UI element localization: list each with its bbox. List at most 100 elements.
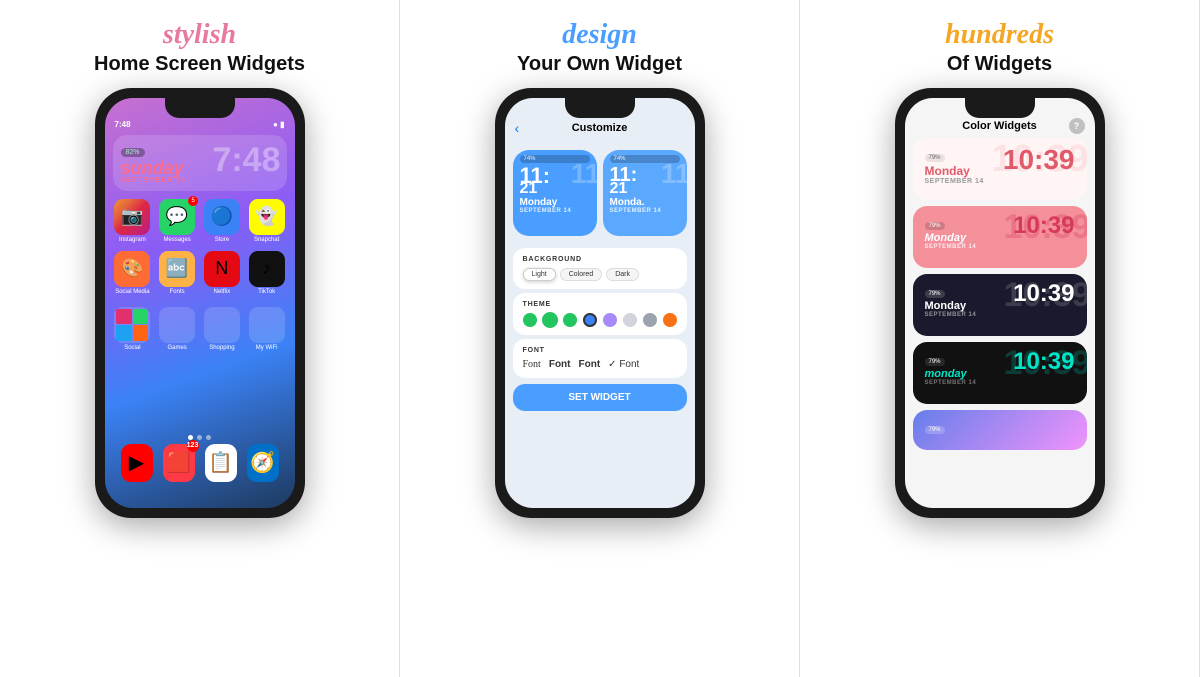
widget-card-light: 79% Monday SEPTEMBER 14 10:39 10:39 bbox=[913, 138, 1087, 200]
folder-icon bbox=[204, 307, 240, 343]
set-widget-button[interactable]: SET WIDGET bbox=[513, 384, 687, 411]
wp-date: SEPTEMBER 14 bbox=[520, 208, 590, 214]
app-label: My WiFi bbox=[247, 345, 287, 351]
wp-date: SEPTEMBER 14 bbox=[610, 208, 680, 214]
background-section: BACKGROUND Light Colored Dark bbox=[513, 248, 687, 289]
phone1: 7:48 ● ▮ 82% 7:48 sunday SEPTEMBER 13 📷 … bbox=[95, 88, 305, 518]
theme-dot-green2[interactable] bbox=[543, 313, 557, 327]
app-grid-row3: Social Games bbox=[105, 303, 295, 355]
dock-youtube: ▶ bbox=[121, 444, 153, 482]
cw-date: SEPTEMBER 14 bbox=[925, 178, 984, 185]
folder-icon bbox=[249, 307, 285, 343]
phone3-notch bbox=[965, 98, 1035, 118]
maps-icon: 🔵 bbox=[204, 199, 240, 235]
app-label: Netflix bbox=[202, 289, 242, 295]
widget-card-teal: 79% monday SEPTEMBER 14 10:39 10:39 bbox=[913, 342, 1087, 404]
wp-time-bg: 11 bbox=[571, 160, 597, 188]
panel1-cursive-title: stylish bbox=[94, 18, 305, 52]
font-options: Font Font Font ✓ Font bbox=[523, 359, 677, 370]
panel1-title-area: stylish Home Screen Widgets bbox=[94, 18, 305, 76]
cw-time-bg: 10:39 bbox=[1004, 278, 1087, 312]
panel-hundreds: hundreds Of Widgets Color Widgets ? 79% … bbox=[800, 0, 1200, 677]
instagram-icon: 📷 bbox=[114, 199, 150, 235]
bg-light[interactable]: Light bbox=[523, 268, 556, 281]
dock: ▶ 🟥 123 📋 🧭 bbox=[105, 438, 295, 488]
bg-colored[interactable]: Colored bbox=[560, 268, 603, 281]
netflix-icon: N bbox=[204, 251, 240, 287]
bg-options: Light Colored Dark bbox=[523, 268, 677, 281]
font-section-label: FONT bbox=[523, 347, 677, 354]
app-label: Games bbox=[157, 345, 197, 351]
phone1-notch bbox=[165, 98, 235, 118]
app-label: Social bbox=[113, 345, 153, 351]
bg-dark[interactable]: Dark bbox=[606, 268, 639, 281]
app-label: TikTok bbox=[247, 289, 287, 295]
app-fonts: 🔤 Fonts bbox=[157, 251, 197, 295]
panel2-title-area: design Your Own Widget bbox=[517, 18, 682, 76]
folder-shopping: Shopping bbox=[202, 307, 242, 351]
theme-section-label: THEME bbox=[523, 301, 677, 308]
dock-safari: 🧭 bbox=[247, 444, 279, 482]
phone3: Color Widgets ? 79% Monday SEPTEMBER 14 … bbox=[895, 88, 1105, 518]
folder-social: Social bbox=[113, 307, 153, 351]
cw-battery: 79% bbox=[925, 290, 945, 298]
color-widgets-list: 79% Monday SEPTEMBER 14 10:39 10:39 bbox=[905, 138, 1095, 450]
widget-card-gradient: 79% bbox=[913, 410, 1087, 450]
phone2: ‹ Customize 74% 11: 21 Monday SEPTEMBER … bbox=[495, 88, 705, 518]
widget-preview-area: 74% 11: 21 Monday SEPTEMBER 14 11 74% 11… bbox=[505, 142, 695, 244]
app-label: Messages bbox=[157, 237, 197, 243]
panel-stylish: stylish Home Screen Widgets 7:48 ● ▮ 82%… bbox=[0, 0, 400, 677]
font-opt-check[interactable]: ✓ Font bbox=[608, 359, 639, 370]
cw-time-bg: 10:39 bbox=[991, 140, 1086, 178]
panel2-bold-title: Your Own Widget bbox=[517, 52, 682, 76]
bg-section-label: BACKGROUND bbox=[523, 256, 677, 263]
widget-card-dark: 79% Monday SEPTEMBER 14 10:39 10:39 bbox=[913, 274, 1087, 336]
statusbar-time: 7:48 bbox=[115, 120, 131, 129]
theme-dot-gray2[interactable] bbox=[643, 313, 657, 327]
app-instagram: 📷 Instagram bbox=[113, 199, 153, 243]
wp-day: Monday bbox=[520, 197, 590, 208]
folder-icon bbox=[114, 307, 150, 343]
phone2-notch bbox=[565, 98, 635, 118]
panel3-bold-title: Of Widgets bbox=[945, 52, 1054, 76]
app-grid-row1: 📷 Instagram 💬 5 Messages 🔵 Store 👻 S bbox=[105, 195, 295, 247]
font-opt-bold[interactable]: Font bbox=[549, 359, 571, 370]
widget-preview-2: 74% 11: 21 Monda. SEPTEMBER 14 11 bbox=[603, 150, 687, 236]
app-messages: 💬 5 Messages bbox=[157, 199, 197, 243]
theme-dot-purple[interactable] bbox=[603, 313, 617, 327]
phone1-screen: 7:48 ● ▮ 82% 7:48 sunday SEPTEMBER 13 📷 … bbox=[105, 98, 295, 508]
folder-icon bbox=[159, 307, 195, 343]
font-opt-serif[interactable]: Font bbox=[523, 359, 541, 370]
back-arrow-icon: ‹ bbox=[515, 120, 520, 136]
panel2-cursive-title: design bbox=[517, 18, 682, 52]
theme-dot-orange[interactable] bbox=[663, 313, 677, 327]
phone2-screen: ‹ Customize 74% 11: 21 Monday SEPTEMBER … bbox=[505, 98, 695, 508]
panel1-bold-title: Home Screen Widgets bbox=[94, 52, 305, 76]
panel-design: design Your Own Widget ‹ Customize 74% 1… bbox=[400, 0, 800, 677]
cw-day: Monday bbox=[925, 300, 977, 312]
fonts-icon: 🔤 bbox=[159, 251, 195, 287]
theme-dots bbox=[523, 313, 677, 327]
widget-card-pink: 79% Monday SEPTEMBER 14 10:39 10:39 bbox=[913, 206, 1087, 268]
theme-dot-green3[interactable] bbox=[563, 313, 577, 327]
cw-battery: 79% bbox=[925, 358, 945, 366]
cw-time-bg: 10:39 bbox=[1004, 210, 1087, 244]
folder-games: Games bbox=[157, 307, 197, 351]
panel3-cursive-title: hundreds bbox=[945, 18, 1054, 52]
font-opt-heavy[interactable]: Font bbox=[579, 359, 601, 370]
app-grid-row2: 🎨 Social Media 🔤 Fonts N Netflix ♪ TikTo… bbox=[105, 247, 295, 299]
app-maps: 🔵 Store bbox=[202, 199, 242, 243]
widget-preview-1: 74% 11: 21 Monday SEPTEMBER 14 11 bbox=[513, 150, 597, 236]
tiktok-icon: ♪ bbox=[249, 251, 285, 287]
theme-dot-green[interactable] bbox=[523, 313, 537, 327]
theme-dot-gray[interactable] bbox=[623, 313, 637, 327]
widget-battery: 82% bbox=[121, 148, 145, 157]
cw-date: SEPTEMBER 14 bbox=[925, 244, 977, 250]
theme-dot-blue[interactable] bbox=[583, 313, 597, 327]
app-netflix: N Netflix bbox=[202, 251, 242, 295]
app-label: Snapchat bbox=[247, 237, 287, 243]
cw-day: Monday bbox=[925, 164, 984, 178]
help-button[interactable]: ? bbox=[1069, 118, 1085, 134]
cw-day: Monday bbox=[925, 232, 977, 244]
cw-date: SEPTEMBER 14 bbox=[925, 380, 977, 386]
